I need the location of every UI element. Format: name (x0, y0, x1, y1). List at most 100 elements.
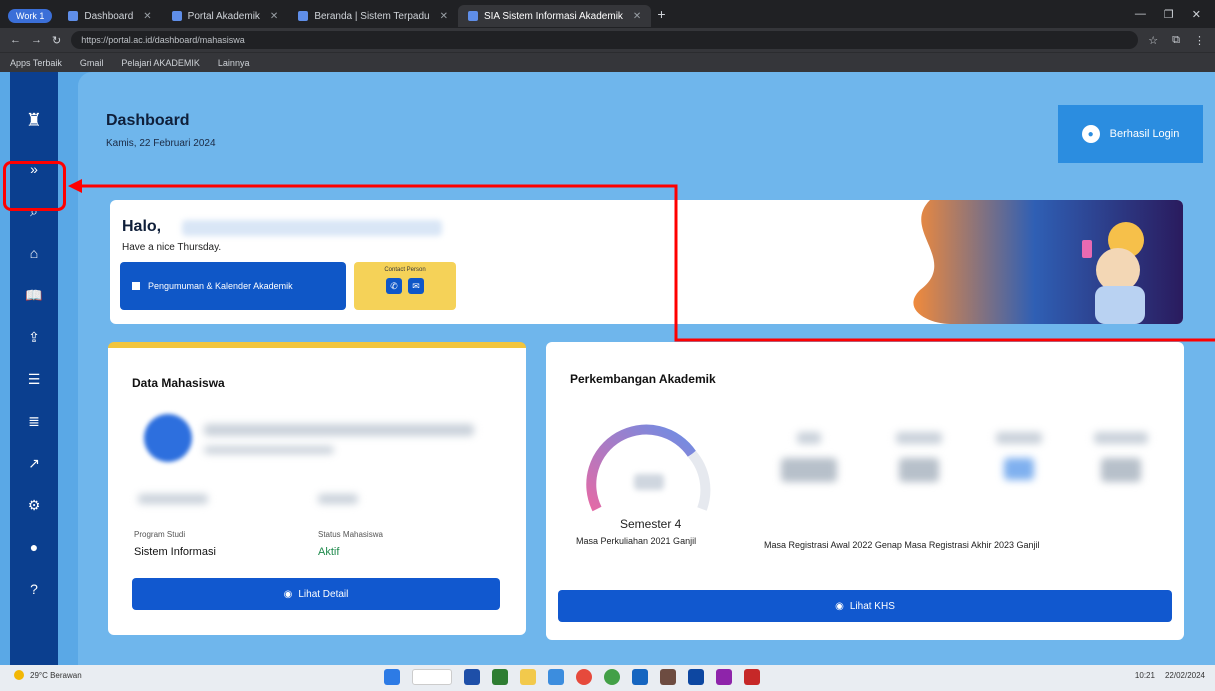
clock-time: 10:21 (1134, 671, 1155, 680)
program-label: Program Studi (134, 530, 186, 539)
browser-tab-active[interactable]: SIA Sistem Informasi Akademik ✕ (457, 5, 652, 27)
minimize-button[interactable]: — (1135, 8, 1146, 21)
university-emblem-icon: ♜ (25, 110, 43, 130)
app-icon[interactable] (744, 669, 760, 685)
favicon-icon (298, 11, 309, 21)
stat-column (1086, 432, 1156, 482)
favicon-icon (171, 11, 182, 21)
contact-person-box: Contact Person ✆ ✉ (354, 262, 456, 310)
extensions-icon[interactable]: ⧉ (1172, 34, 1180, 47)
app-root: ♜ » ⌕ ⌂ 📖 ⇪ ☰ ≣ ↗ ⚙ ● ? Dashboard Kamis,… (0, 72, 1215, 665)
app-icon[interactable] (464, 669, 480, 685)
program-value: Sistem Informasi (134, 546, 216, 558)
star-icon[interactable]: ☆ (1148, 34, 1158, 47)
upload-icon[interactable]: ⇪ (10, 316, 58, 358)
address-bar: ← → ↻ https://portal.ac.id/dashboard/mah… (0, 28, 1215, 52)
semester-text: Semester 4 (620, 517, 682, 531)
view-khs-button[interactable]: ◉ Lihat KHS (558, 590, 1172, 622)
system-tray[interactable]: 10:21 22/02/2024 (1135, 671, 1205, 680)
student-name-blurred (182, 220, 442, 236)
student-id-blurred (204, 446, 334, 454)
home-icon[interactable]: ⌂ (10, 232, 58, 274)
chrome-icon[interactable] (604, 669, 620, 685)
new-tab-button[interactable]: + (657, 6, 665, 22)
window-controls: — ❐ ✕ (1135, 8, 1215, 21)
menu-icon[interactable]: ⋮ (1194, 34, 1205, 47)
close-tab-icon[interactable]: ✕ (440, 11, 448, 22)
book-icon[interactable]: 📖 (10, 274, 58, 316)
app-icon[interactable] (632, 669, 648, 685)
search-icon[interactable] (412, 669, 452, 685)
mail-icon[interactable]: ✉ (408, 278, 424, 294)
bookmark-item[interactable]: Gmail (80, 58, 104, 68)
greeting-subtitle: Have a nice Thursday. (122, 242, 222, 253)
greeting-text: Halo, (122, 218, 162, 235)
browser-tab-bar: Work 1 Dashboard ✕ Portal Akademik ✕ Beran… (0, 0, 1215, 28)
taskbar-apps (384, 669, 760, 685)
page-title: Dashboard (106, 112, 190, 129)
weather-icon (14, 670, 24, 680)
document-icon[interactable]: ☰ (10, 358, 58, 400)
browser-tab[interactable]: Beranda | Sistem Terpadu ✕ (288, 5, 458, 27)
os-taskbar: 29°C Berawan 10:21 22/02/2024 (0, 665, 1215, 691)
main-content: Dashboard Kamis, 22 Februari 2024 ● Berh… (78, 72, 1215, 665)
bookmark-item[interactable]: Lainnya (218, 58, 250, 68)
favicon-icon (68, 11, 79, 21)
chart-icon[interactable]: ↗ (10, 442, 58, 484)
maximize-button[interactable]: ❐ (1164, 8, 1174, 21)
app-icon[interactable] (492, 669, 508, 685)
forward-icon[interactable]: → (31, 34, 42, 46)
greeting-card: Halo, Have a nice Thursday. Pengumuman &… (110, 200, 1183, 324)
card-title: Perkembangan Akademik (570, 372, 716, 386)
info-blurred (318, 494, 358, 504)
settings-icon[interactable]: ⚙ (10, 484, 58, 526)
bookmark-item[interactable]: Pelajari AKADEMIK (121, 58, 200, 68)
masa-registration-text: Masa Registrasi Awal 2022 Genap Masa Reg… (764, 540, 1040, 550)
card-title: Data Mahasiswa (132, 376, 225, 390)
academic-progress-card: Perkembangan Akademik Semester 4 Masa Pe… (546, 342, 1184, 640)
clock-date: 22/02/2024 (1164, 671, 1205, 680)
phone-icon[interactable]: ✆ (386, 278, 402, 294)
ipk-gauge (586, 424, 711, 512)
avatar (144, 414, 192, 462)
browser-tab[interactable]: Portal Akademik ✕ (162, 5, 289, 27)
app-icon[interactable] (660, 669, 676, 685)
profile-icon[interactable]: ● (10, 526, 58, 568)
stat-column (774, 432, 844, 482)
close-tab-icon[interactable]: ✕ (633, 11, 641, 22)
calendar-icon (132, 282, 140, 290)
annotation-highlight-box (3, 161, 66, 211)
close-window-button[interactable]: ✕ (1192, 8, 1201, 21)
page-date: Kamis, 22 Februari 2024 (106, 138, 216, 149)
folder-icon[interactable] (520, 669, 536, 685)
start-icon[interactable] (384, 669, 400, 685)
calendar-button[interactable]: Pengumuman & Kalender Akademik (120, 262, 346, 310)
close-tab-icon[interactable]: ✕ (143, 11, 151, 22)
help-icon[interactable]: ? (10, 568, 58, 610)
view-detail-button[interactable]: ◉ Lihat Detail (132, 578, 500, 610)
app-icon[interactable] (688, 669, 704, 685)
chrome-icon[interactable] (576, 669, 592, 685)
status-label: Status Mahasiswa (318, 530, 383, 539)
bookmark-item[interactable]: Apps Terbaik (10, 58, 62, 68)
browser-tab[interactable]: Dashboard ✕ (58, 5, 161, 27)
close-tab-icon[interactable]: ✕ (270, 11, 278, 22)
banner-illustration (913, 200, 1183, 324)
status-value: Aktif (318, 546, 340, 558)
back-icon[interactable]: ← (10, 34, 21, 46)
app-icon[interactable] (548, 669, 564, 685)
student-name-blurred (204, 424, 474, 436)
stat-column (884, 432, 954, 482)
reload-icon[interactable]: ↻ (52, 34, 61, 47)
weather-widget[interactable]: 29°C Berawan (14, 670, 82, 680)
list-icon[interactable]: ≣ (10, 400, 58, 442)
profile-button[interactable]: Work 1 (8, 9, 53, 23)
bookmarks-bar: Apps Terbaik Gmail Pelajari AKADEMIK Lai… (0, 52, 1215, 72)
app-icon[interactable] (716, 669, 732, 685)
login-status-button[interactable]: ● Berhasil Login (1058, 105, 1203, 163)
eye-icon: ◉ (283, 588, 293, 600)
favicon-icon (467, 11, 478, 21)
stat-column (984, 432, 1054, 480)
masa-start-text: Masa Perkuliahan 2021 Ganjil (576, 536, 697, 546)
url-input[interactable]: https://portal.ac.id/dashboard/mahasiswa (71, 31, 1139, 49)
